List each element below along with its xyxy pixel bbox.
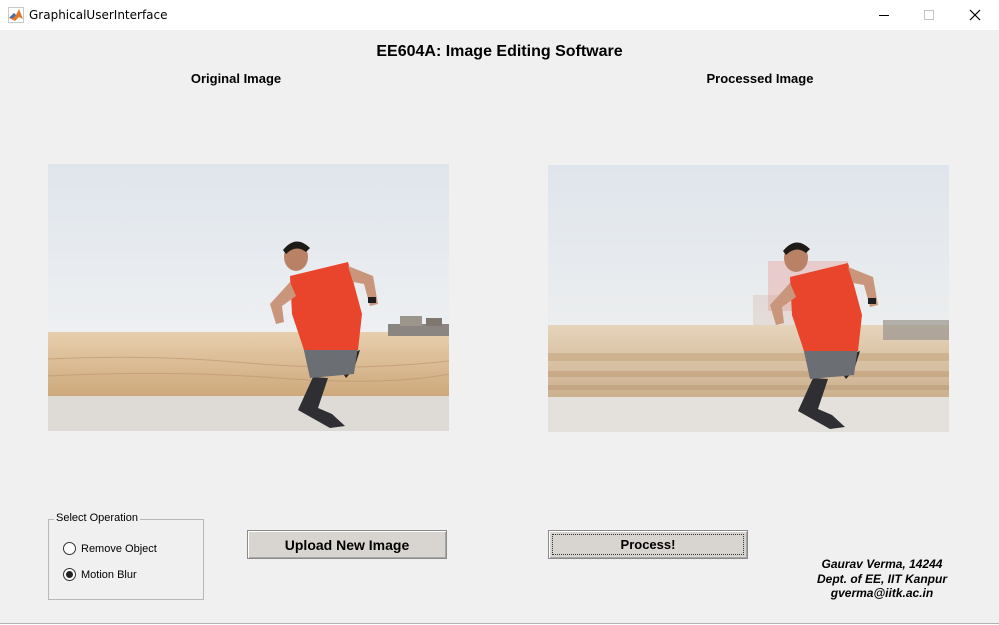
app-title: EE604A: Image Editing Software [376,43,623,60]
matlab-icon [8,7,24,23]
radio-unchecked-icon[interactable] [63,542,76,555]
close-button[interactable] [952,0,998,30]
close-icon [969,9,981,21]
group-title: Select Operation [54,512,140,524]
author-info: Gaurav Verma, 14244 Dept. of EE, IIT Kan… [797,557,967,601]
select-operation-group: Select Operation Remove Object Motion Bl… [48,512,204,600]
radio-label: Remove Object [81,542,157,555]
original-image-title: Original Image [190,71,282,86]
radio-label: Motion Blur [81,568,137,581]
radio-motion-blur[interactable]: Motion Blur [63,568,137,581]
original-image [48,164,449,431]
processed-image-title: Processed Image [706,71,814,86]
maximize-button[interactable] [906,0,952,30]
author-name: Gaurav Verma, 14244 [821,557,943,571]
maximize-icon [923,9,934,20]
author-email: gverma@iitk.ac.in [830,586,934,600]
window-title: GraphicalUserInterface [29,8,168,22]
radio-remove-object[interactable]: Remove Object [63,542,157,555]
window-titlebar: GraphicalUserInterface [0,0,999,30]
processed-image [548,165,949,432]
process-button-label: Process! [620,537,676,552]
figure-area: EE604A: Image Editing Software Original … [0,30,999,624]
minimize-icon [878,14,889,16]
author-department: Dept. of EE, IIT Kanpur [816,571,947,586]
radio-checked-icon[interactable] [63,568,76,581]
minimize-button[interactable] [861,0,907,30]
process-button[interactable]: Process! [548,530,748,559]
upload-new-image-button[interactable]: Upload New Image [247,530,447,559]
